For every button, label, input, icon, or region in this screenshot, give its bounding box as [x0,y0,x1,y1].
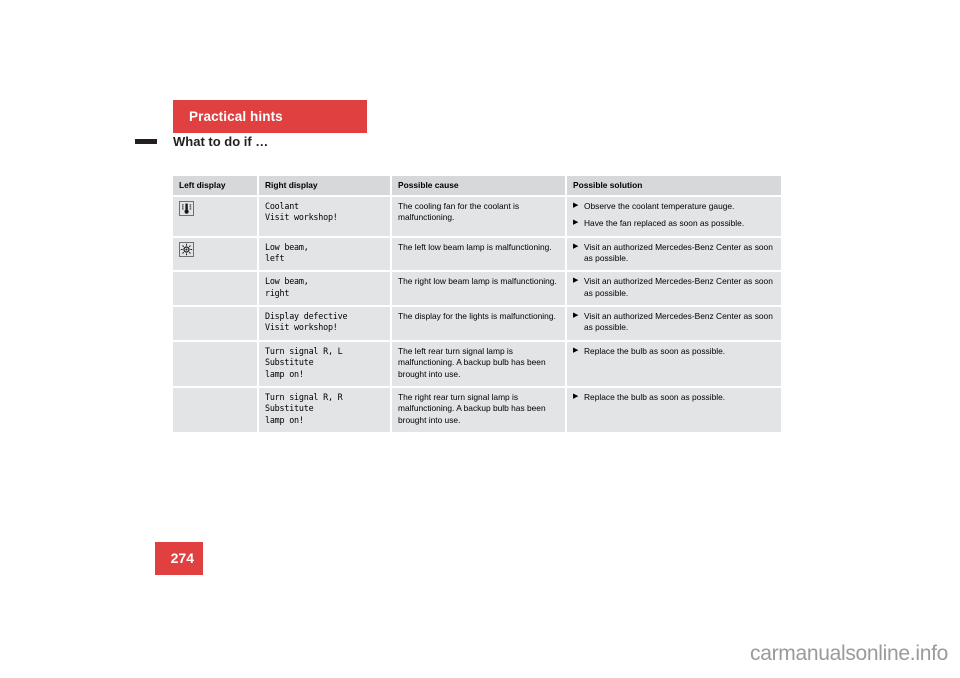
left-display-cell [173,196,259,238]
solution-item: ▶ Replace the bulb as soon as possible. [573,392,775,403]
column-header-right-display: Right display [258,176,392,198]
solution-text: Observe the coolant temperature gauge. [584,201,735,212]
possible-solution-cell: ▶ Observe the coolant temperature gauge.… [566,196,781,238]
solution-item: ▶ Visit an authorized Mercedes-Benz Cent… [573,276,775,299]
triangle-bullet-icon: ▶ [573,346,579,354]
coolant-temperature-icon [179,201,194,217]
column-header-possible-solution: Possible solution [566,176,781,198]
table-row: Low beam, left The left low beam lamp is… [173,236,781,273]
table-header-row: Left display Right display Possible caus… [173,176,781,198]
chapter-header-banner: Practical hints [173,100,367,133]
fault-display-table-container: Left display Right display Possible caus… [173,176,781,432]
table-row: Coolant Visit workshop! The cooling fan … [173,196,781,238]
triangle-bullet-icon: ▶ [573,202,579,210]
table-row: Turn signal R, L Substitute lamp on! The… [173,340,781,388]
right-display-cell: Low beam, right [258,271,392,308]
possible-solution-cell: ▶ Visit an authorized Mercedes-Benz Cent… [566,236,781,273]
possible-solution-cell: ▶ Replace the bulb as soon as possible. [566,340,781,388]
section-title: What to do if … [173,134,269,149]
solution-item: ▶ Replace the bulb as soon as possible. [573,346,775,357]
right-display-cell: Display defective Visit workshop! [258,306,392,342]
table-row: Display defective Visit workshop! The di… [173,306,781,342]
left-display-cell [173,340,259,388]
solution-text: Visit an authorized Mercedes-Benz Center… [584,311,773,333]
watermark-text: carmanualsonline.info [750,642,948,665]
possible-cause-cell: The display for the lights is malfunctio… [391,306,567,342]
fault-display-table: Left display Right display Possible caus… [173,176,781,432]
column-header-left-display: Left display [173,176,259,198]
page-number-banner: 274 [155,542,203,575]
left-display-cell [173,306,259,342]
low-beam-lamp-icon [179,241,194,257]
table-row: Turn signal R, R Substitute lamp on! The… [173,386,781,432]
solution-text: Visit an authorized Mercedes-Benz Center… [584,276,773,298]
solution-item: ▶ Visit an authorized Mercedes-Benz Cent… [573,242,775,265]
possible-solution-cell: ▶ Visit an authorized Mercedes-Benz Cent… [566,306,781,342]
solution-item: ▶ Visit an authorized Mercedes-Benz Cent… [573,311,775,334]
table-row: Low beam, right The right low beam lamp … [173,271,781,308]
possible-cause-cell: The left rear turn signal lamp is malfun… [391,340,567,388]
solution-text: Visit an authorized Mercedes-Benz Center… [584,241,773,264]
triangle-bullet-icon: ▶ [573,277,579,285]
solution-text: Replace the bulb as soon as possible. [584,345,726,356]
solution-item: ▶ Have the fan replaced as soon as possi… [573,218,775,229]
triangle-bullet-icon: ▶ [573,312,579,320]
solution-text: Replace the bulb as soon as possible. [584,391,726,402]
right-display-cell: Coolant Visit workshop! [258,196,392,238]
section-marker [135,139,157,144]
left-display-cell [173,236,259,273]
possible-solution-cell: ▶ Visit an authorized Mercedes-Benz Cent… [566,271,781,308]
triangle-bullet-icon: ▶ [573,392,579,400]
triangle-bullet-icon: ▶ [573,219,579,227]
chapter-title: Practical hints [189,109,283,124]
possible-cause-cell: The right rear turn signal lamp is malfu… [391,386,567,432]
possible-cause-cell: The left low beam lamp is malfunctioning… [391,236,567,273]
site-watermark: carmanualsonline.info [750,642,948,666]
solution-item: ▶ Observe the coolant temperature gauge. [573,201,775,212]
triangle-bullet-icon: ▶ [573,242,579,250]
right-display-cell: Turn signal R, R Substitute lamp on! [258,386,392,432]
page-number: 274 [170,550,194,566]
left-display-cell [173,386,259,432]
possible-solution-cell: ▶ Replace the bulb as soon as possible. [566,386,781,432]
column-header-possible-cause: Possible cause [391,176,567,198]
solution-text: Have the fan replaced as soon as possibl… [584,218,745,229]
left-display-cell [173,271,259,308]
possible-cause-cell: The right low beam lamp is malfunctionin… [391,271,567,308]
right-display-cell: Turn signal R, L Substitute lamp on! [258,340,392,388]
right-display-cell: Low beam, left [258,236,392,273]
possible-cause-cell: The cooling fan for the coolant is malfu… [391,196,567,238]
